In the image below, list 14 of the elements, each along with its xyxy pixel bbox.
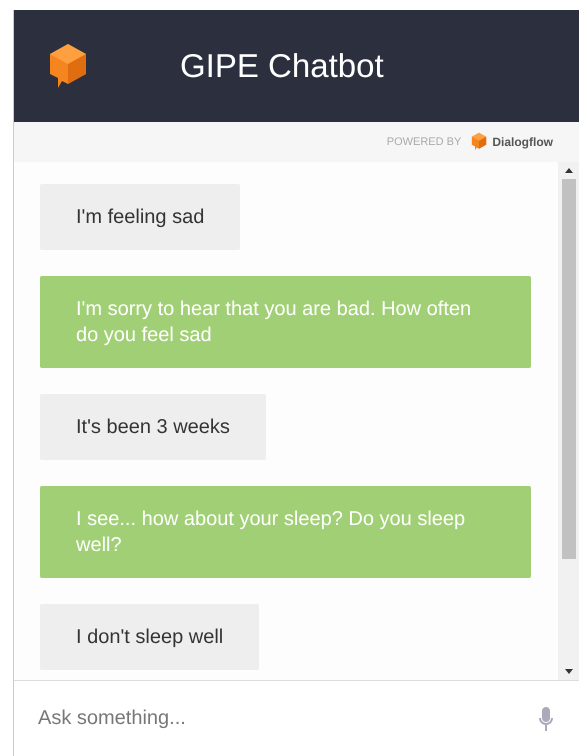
powered-by-label: POWERED BY xyxy=(386,136,462,148)
scrollbar[interactable] xyxy=(558,162,579,680)
chat-title: GIPE Chatbot xyxy=(180,47,384,85)
user-message: It's been 3 weeks xyxy=(40,394,266,460)
bot-message: I'm sorry to hear that you are bad. How often do you feel sad xyxy=(40,276,531,368)
scroll-down-arrow-icon[interactable] xyxy=(564,669,572,674)
logo-icon xyxy=(48,42,88,90)
user-message: I don't sleep well xyxy=(40,604,260,670)
message-input[interactable]: Ask something... xyxy=(36,706,539,731)
brand-logo-icon xyxy=(471,132,488,152)
scroll-up-arrow-icon[interactable] xyxy=(564,168,572,173)
brand-name: Dialogflow xyxy=(492,135,553,149)
user-message: I'm feeling sad xyxy=(40,184,240,250)
bot-message: I see... how about your sleep? Do you sleep well? xyxy=(40,486,531,578)
